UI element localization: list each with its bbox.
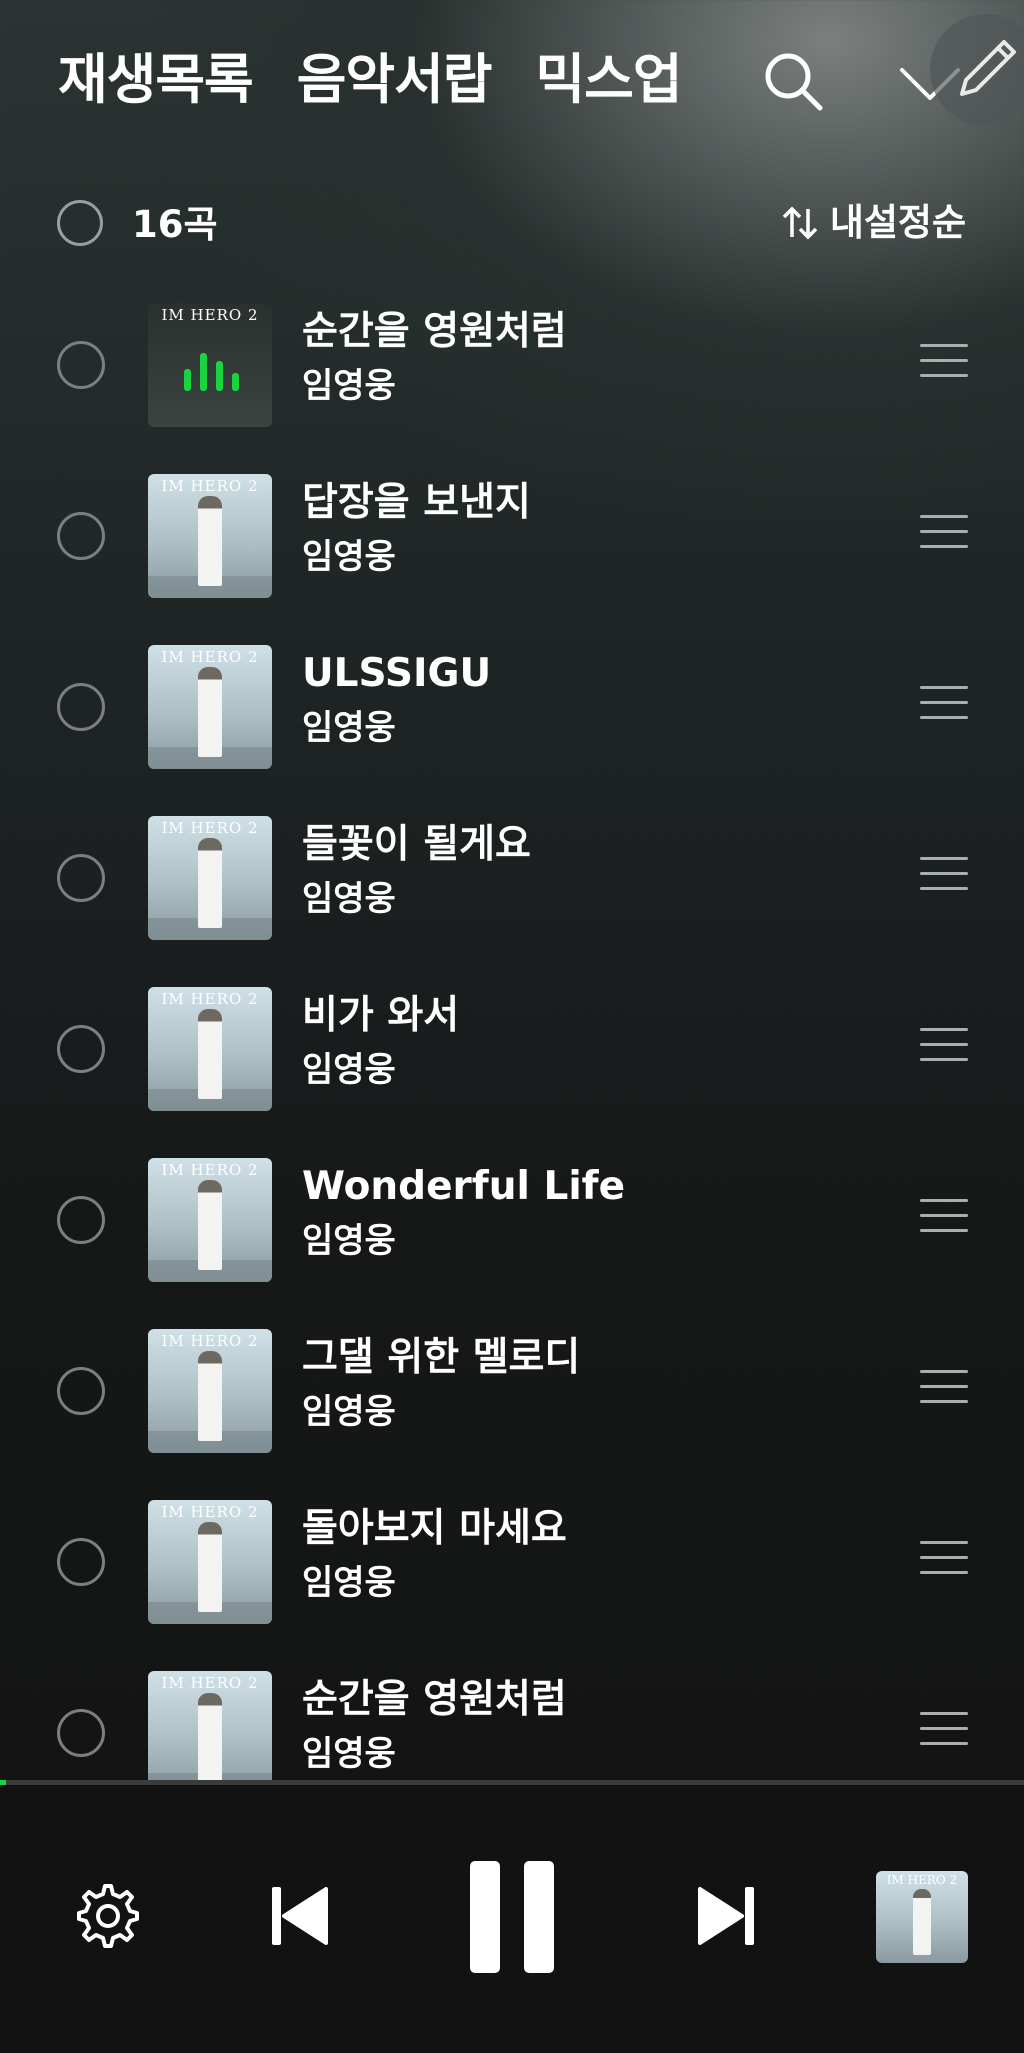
song-artist: 임영웅 xyxy=(302,1392,396,1432)
list-item[interactable]: IM HERO 2 순간을 영원처럼 임영웅 xyxy=(0,1662,1024,1780)
song-title: 순간을 영원처럼 xyxy=(302,309,567,354)
drag-handle-icon[interactable] xyxy=(920,857,968,902)
song-title: 순간을 영원처럼 xyxy=(302,1677,567,1722)
song-artist: 임영웅 xyxy=(302,537,396,577)
select-radio[interactable] xyxy=(57,683,105,731)
list-item[interactable]: IM HERO 2 들꽃이 될게요 임영웅 xyxy=(0,807,1024,978)
list-item[interactable]: IM HERO 2 답장을 보낸지 임영웅 xyxy=(0,465,1024,636)
song-title: 들꽃이 될게요 xyxy=(302,822,531,867)
drag-handle-icon[interactable] xyxy=(920,515,968,560)
settings-icon xyxy=(77,1884,139,1948)
select-all-radio[interactable] xyxy=(57,200,103,246)
list-header: 16곡 내설정순 xyxy=(0,196,1024,256)
song-list: IM HERO 2 순간을 영원처럼 임영웅 IM HERO 2 답장을 보낸지… xyxy=(0,294,1024,1780)
select-radio[interactable] xyxy=(57,341,105,389)
search-icon xyxy=(765,53,823,111)
select-radio[interactable] xyxy=(57,1196,105,1244)
pause-icon xyxy=(470,1861,554,1973)
album-art: IM HERO 2 xyxy=(148,987,272,1111)
song-artist: 임영웅 xyxy=(302,708,396,748)
song-title: Wonderful Life xyxy=(302,1164,626,1209)
list-item[interactable]: IM HERO 2 돌아보지 마세요 임영웅 xyxy=(0,1491,1024,1662)
list-item[interactable]: IM HERO 2 그댈 위한 멜로디 임영웅 xyxy=(0,1320,1024,1491)
list-item[interactable]: IM HERO 2 순간을 영원처럼 임영웅 xyxy=(0,294,1024,465)
drag-handle-icon[interactable] xyxy=(920,1712,968,1757)
album-art: IM HERO 2 xyxy=(148,1671,272,1780)
song-title: 돌아보지 마세요 xyxy=(302,1506,567,1551)
drag-handle-icon[interactable] xyxy=(920,1541,968,1586)
song-artist: 임영웅 xyxy=(302,1050,396,1090)
song-artist: 임영웅 xyxy=(302,879,396,919)
drag-handle-icon[interactable] xyxy=(920,686,968,731)
album-art: IM HERO 2 xyxy=(148,474,272,598)
settings-button[interactable] xyxy=(74,1883,142,1955)
song-count: 16곡 xyxy=(132,203,218,246)
select-radio[interactable] xyxy=(57,1538,105,1586)
now-playing-album-art[interactable]: IM HERO 2 xyxy=(876,1871,968,1963)
song-title: 답장을 보낸지 xyxy=(302,480,531,525)
pause-button[interactable] xyxy=(468,1859,556,1979)
sort-button[interactable]: 내설정순 xyxy=(780,198,966,248)
tab-playlist[interactable]: 재생목록 xyxy=(58,42,254,118)
sort-arrows-icon xyxy=(782,206,818,240)
sort-label: 내설정순 xyxy=(829,201,966,244)
previous-button[interactable] xyxy=(268,1881,332,1955)
list-item[interactable]: IM HERO 2 비가 와서 임영웅 xyxy=(0,978,1024,1149)
song-artist: 임영웅 xyxy=(302,1563,396,1603)
next-icon xyxy=(698,1887,754,1945)
next-button[interactable] xyxy=(694,1881,758,1955)
pencil-icon xyxy=(960,40,1016,96)
song-title: ULSSIGU xyxy=(302,651,492,696)
now-playing-equalizer-icon xyxy=(184,353,239,391)
song-title: 비가 와서 xyxy=(302,993,460,1038)
song-artist: 임영웅 xyxy=(302,1734,396,1774)
top-tabs: 재생목록 음악서랍 믹스업 xyxy=(58,42,718,118)
drag-handle-icon[interactable] xyxy=(920,1199,968,1244)
drag-handle-icon[interactable] xyxy=(920,1028,968,1073)
album-art: IM HERO 2 xyxy=(148,303,272,427)
drag-handle-icon[interactable] xyxy=(920,1370,968,1415)
search-button[interactable] xyxy=(760,48,830,118)
list-item[interactable]: IM HERO 2 ULSSIGU 임영웅 xyxy=(0,636,1024,807)
select-radio[interactable] xyxy=(57,1709,105,1757)
list-item[interactable]: IM HERO 2 Wonderful Life 임영웅 xyxy=(0,1149,1024,1320)
tab-mixup[interactable]: 믹스업 xyxy=(535,42,682,118)
song-artist: 임영웅 xyxy=(302,1221,396,1261)
player-bar: IM HERO 2 xyxy=(0,1785,1024,2053)
album-art: IM HERO 2 xyxy=(148,1158,272,1282)
previous-icon xyxy=(272,1887,328,1945)
select-radio[interactable] xyxy=(57,854,105,902)
select-radio[interactable] xyxy=(57,1025,105,1073)
song-title: 그댈 위한 멜로디 xyxy=(302,1335,581,1380)
select-radio[interactable] xyxy=(57,1367,105,1415)
album-art: IM HERO 2 xyxy=(148,1329,272,1453)
tab-music-drawer[interactable]: 음악서랍 xyxy=(297,42,493,118)
select-radio[interactable] xyxy=(57,512,105,560)
album-art: IM HERO 2 xyxy=(148,816,272,940)
album-art: IM HERO 2 xyxy=(148,645,272,769)
album-art: IM HERO 2 xyxy=(148,1500,272,1624)
drag-handle-icon[interactable] xyxy=(920,344,968,389)
song-artist: 임영웅 xyxy=(302,366,396,406)
